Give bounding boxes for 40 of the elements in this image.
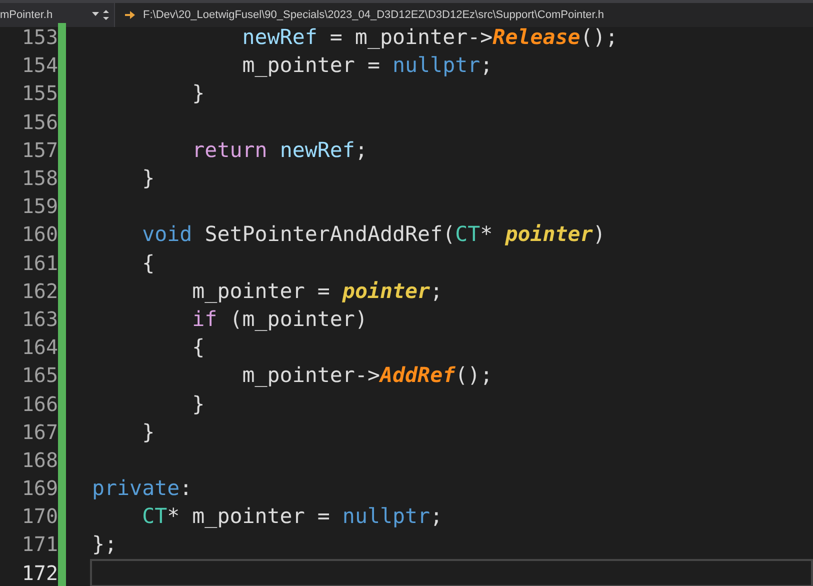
code-line: }; [92, 532, 118, 556]
line-number: 163 [20, 306, 58, 331]
line-number: 170 [20, 504, 58, 528]
line-number: 158 [20, 166, 58, 190]
line-number: 159 [20, 194, 58, 218]
line-number: 166 [20, 392, 58, 416]
line-number: 156 [20, 110, 58, 134]
line-number: 171 [20, 532, 58, 556]
line-number: 155 [20, 81, 58, 106]
code-line: m_pointer = pointer; [191, 278, 443, 303]
code-line: } [191, 81, 205, 106]
file-path: F:\Dev\20_LoetwigFusel\90_Specials\2023_04_D3D12EZ\D3D12Ez\src\Support\ComPointer.h [143, 9, 604, 21]
line-number: 169 [20, 476, 58, 500]
code-line: { [141, 250, 155, 275]
code-line: return newRef; [191, 138, 368, 162]
line-number: 168 [20, 448, 58, 472]
file-dropdown[interactable]: mPointer.h [0, 9, 53, 21]
code-line: private: [92, 476, 192, 500]
line-number: 167 [20, 420, 58, 444]
line-number: 161 [20, 250, 58, 275]
line-number: 154 [20, 53, 58, 78]
line-number: 172 [20, 560, 58, 585]
code-line: } [141, 166, 155, 190]
code-line: newRef = m_pointer->Release(); [241, 25, 618, 50]
line-number: 162 [20, 278, 58, 303]
code-line: m_pointer->AddRef(); [241, 363, 493, 388]
code-line: } [141, 420, 155, 444]
line-number: 160 [20, 222, 58, 246]
code-line: m_pointer = nullptr; [241, 53, 493, 78]
code-line: CT* m_pointer = nullptr; [141, 504, 443, 528]
arrow-icon [125, 10, 135, 20]
code-line: { [191, 335, 205, 360]
dropdown-arrow-icon[interactable] [92, 9, 110, 21]
code-line: void SetPointerAndAddRef(CT* pointer) [141, 222, 606, 246]
code-line: if (m_pointer) [191, 306, 368, 331]
line-number: 164 [20, 335, 58, 360]
line-number: 157 [20, 138, 58, 162]
code-line: } [191, 392, 205, 416]
line-number: 153 [20, 25, 58, 50]
line-number: 165 [20, 363, 58, 388]
